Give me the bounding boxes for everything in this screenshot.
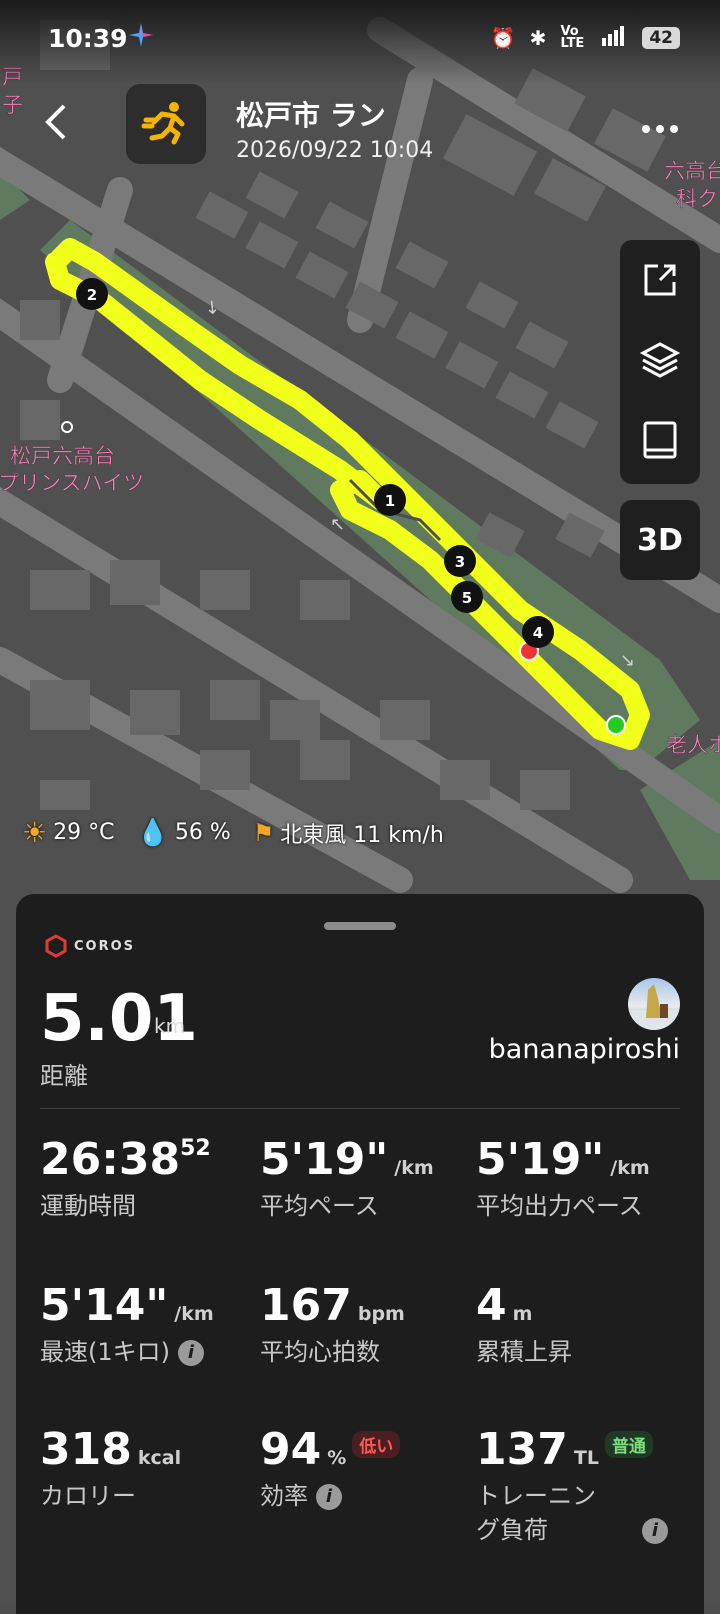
avg-power-pace-value: 5'19": [476, 1134, 605, 1185]
map-legend-button[interactable]: [620, 400, 700, 480]
map-label-poi: 老人ホ: [666, 733, 720, 757]
activity-summary-panel[interactable]: COROS 5.01 km 距離 bananapiroshi 26:3852 運…: [16, 894, 704, 1614]
more-options-button[interactable]: [640, 104, 680, 144]
elev-gain-label: 累積上昇: [476, 1338, 572, 1366]
username[interactable]: bananapiroshi: [489, 1034, 680, 1065]
map-layers-button[interactable]: [620, 320, 700, 400]
fastest-km-label: 最速(1キロ): [40, 1338, 170, 1366]
map-label-place: プリンスハイツ: [0, 471, 144, 495]
distance-unit: km: [154, 1014, 186, 1038]
layers-icon: [639, 342, 681, 378]
arrow-icon: ↘: [620, 650, 635, 671]
lap-label-4: 4: [533, 624, 543, 642]
share-icon: [644, 264, 676, 296]
arrow-icon: ↖: [330, 514, 345, 535]
status-icons: ⏰ ✱ Vo LTE 42: [491, 24, 680, 51]
sun-icon: ☀: [22, 816, 48, 849]
avg-pace-value: 5'19": [260, 1134, 389, 1185]
back-button[interactable]: [40, 100, 84, 150]
calories-unit: kcal: [137, 1447, 182, 1469]
drag-handle[interactable]: [324, 922, 396, 930]
elev-gain-unit: m: [512, 1303, 533, 1325]
humidity: 56 %: [174, 820, 231, 845]
coros-logo: COROS: [44, 934, 135, 958]
lap-label-3: 3: [455, 553, 465, 571]
running-icon: [141, 102, 185, 145]
training-load-label-line-1: トレーニン: [476, 1482, 596, 1510]
avg-hr-unit: bpm: [357, 1303, 405, 1325]
training-load-value: 137: [476, 1424, 568, 1475]
lap-label-5: 5: [462, 589, 472, 607]
share-button[interactable]: [620, 240, 700, 320]
avg-hr-label: 平均心拍数: [260, 1338, 380, 1366]
efficiency-badge: 低い: [352, 1430, 401, 1458]
humidity-icon: 💧: [136, 817, 169, 848]
metric-calories: 318 kcal カロリー: [40, 1424, 250, 1515]
info-icon[interactable]: i: [642, 1518, 668, 1544]
chevron-left-icon: [45, 104, 66, 140]
coros-logo-icon: [45, 934, 67, 958]
duration-hundredths: 52: [180, 1136, 211, 1161]
duration-label: 運動時間: [40, 1192, 136, 1220]
wind: 北東風 11 km/h: [280, 822, 444, 848]
activity-title: 松戸市 ラン: [236, 99, 386, 132]
map-label-place: 松戸六高台: [10, 444, 115, 468]
signal-icon: [598, 24, 628, 51]
metric-avg-power-pace: 5'19"/km 平均出力ペース: [476, 1134, 686, 1225]
volte-icon: Vo LTE: [560, 23, 585, 51]
map-label-poi: 六高台: [664, 159, 720, 183]
metric-elev-gain: 4m 累積上昇: [476, 1280, 686, 1371]
info-icon[interactable]: i: [178, 1340, 204, 1366]
alarm-icon: ⏰: [490, 25, 516, 50]
efficiency-label: 効率: [260, 1482, 308, 1510]
metric-fastest-km: 5'14"/km 最速(1キロ) i: [40, 1280, 250, 1371]
fastest-km-value: 5'14": [40, 1280, 169, 1331]
wind-flag-icon: ⚑: [252, 818, 275, 847]
metric-duration: 26:3852 運動時間: [40, 1134, 250, 1225]
metric-efficiency: 94 %低い 効率 i: [260, 1424, 470, 1515]
activity-type-icon: [126, 84, 206, 164]
metric-avg-hr: 167 bpm 平均心拍数: [260, 1280, 470, 1371]
fastest-km-unit: /km: [174, 1303, 214, 1325]
avg-power-pace-unit: /km: [610, 1157, 650, 1179]
battery-icon: 42: [642, 26, 680, 49]
elev-gain-value: 4: [476, 1280, 507, 1331]
weather-bar: ☀ 29 °C 💧 56 % ⚑ 北東風 11 km/h: [22, 816, 450, 849]
info-icon[interactable]: i: [316, 1484, 342, 1510]
status-time: 10:39: [48, 24, 128, 53]
training-load-unit: TL: [573, 1447, 599, 1469]
training-load-badge: 普通: [604, 1430, 653, 1458]
activity-datetime: 2026/09/22 10:04: [236, 138, 434, 163]
map-label-poi: 子: [2, 93, 23, 117]
training-load-label-line-2: グ負荷: [476, 1516, 548, 1544]
avg-hr-value: 167: [260, 1280, 352, 1331]
assistant-sparkle-icon: [128, 22, 154, 55]
map-toolbar: [620, 240, 700, 484]
status-bar: 10:39 ⏰ ✱ Vo LTE 42: [0, 0, 720, 84]
map-label-poi: 科ク: [676, 187, 718, 211]
view-3d-button[interactable]: 3D: [620, 500, 700, 580]
efficiency-unit: %: [327, 1447, 347, 1469]
duration-value: 26:38: [40, 1134, 181, 1185]
avatar[interactable]: [628, 978, 680, 1030]
efficiency-value: 94: [260, 1424, 322, 1475]
avg-power-pace-label: 平均出力ペース: [476, 1192, 643, 1220]
calories-value: 318: [40, 1424, 132, 1475]
lap-label-2: 2: [87, 286, 97, 304]
bluetooth-icon: ✱: [529, 25, 547, 50]
divider: [40, 1108, 680, 1109]
start-marker: [606, 715, 626, 735]
avg-pace-label: 平均ペース: [260, 1192, 379, 1220]
metric-avg-pace: 5'19"/km 平均ペース: [260, 1134, 470, 1225]
lap-label-1: 1: [385, 492, 395, 510]
temperature: 29 °C: [53, 820, 115, 845]
more-icon: [642, 125, 678, 133]
book-icon: [643, 421, 677, 459]
distance-label: 距離: [40, 1062, 88, 1090]
brand-name: COROS: [74, 938, 136, 954]
metric-training-load: 137 TL普通 トレーニン グ負荷 i: [476, 1424, 686, 1549]
calories-label: カロリー: [40, 1482, 136, 1510]
avg-pace-unit: /km: [394, 1157, 434, 1179]
